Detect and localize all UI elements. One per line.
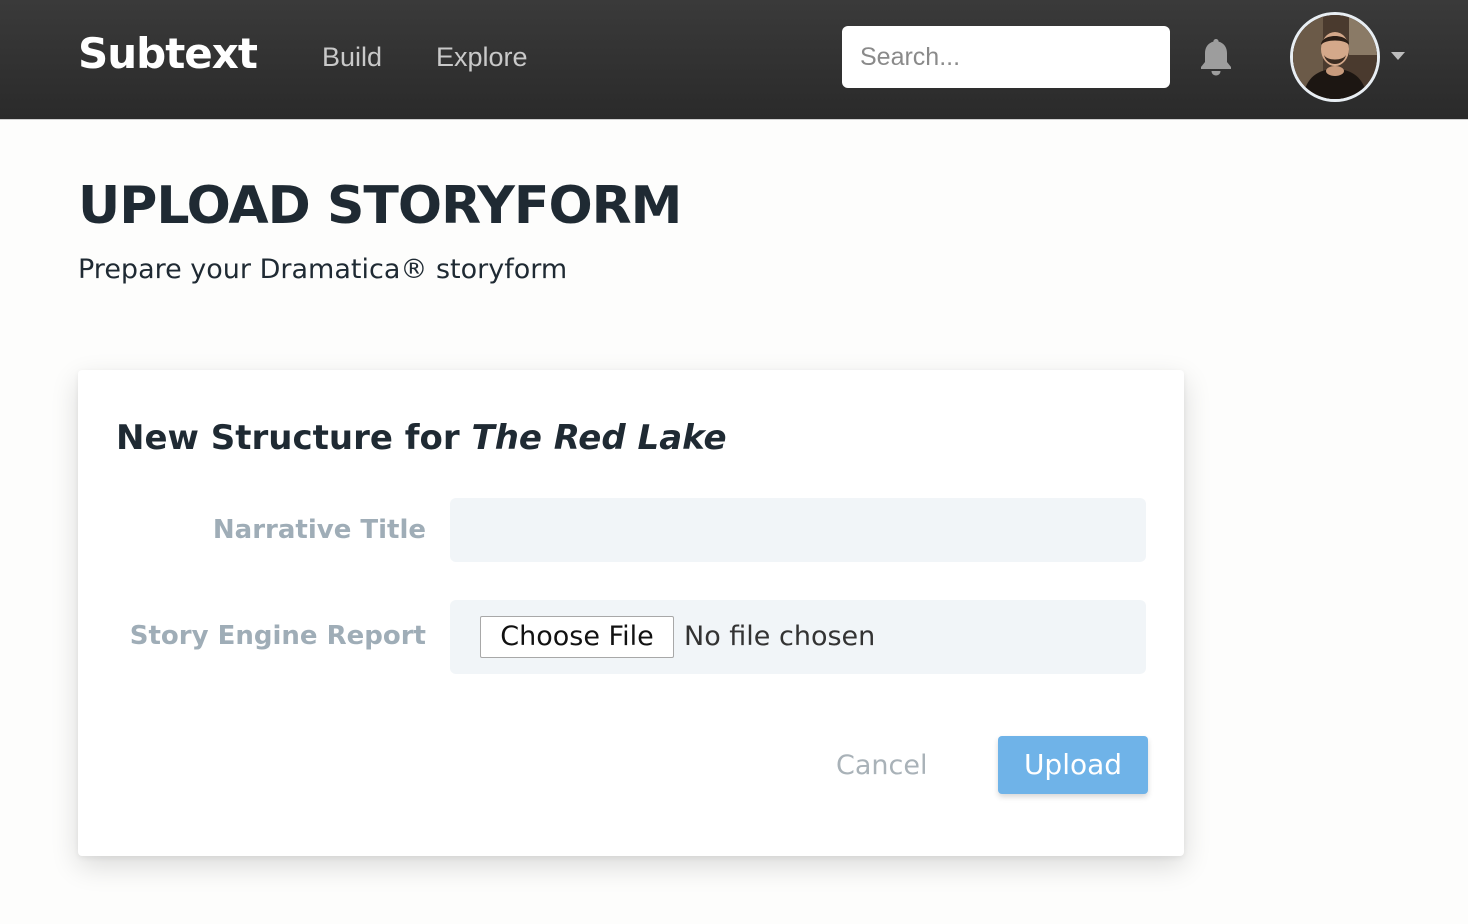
- page-subtitle: Prepare your Dramatica® storyform: [78, 254, 568, 285]
- top-navbar: Subtext Build Explore: [0, 0, 1468, 120]
- page-title: UPLOAD STORYFORM: [78, 176, 682, 236]
- file-input-container: Choose File No file chosen: [450, 600, 1146, 674]
- form-heading: New Structure for The Red Lake: [116, 416, 727, 460]
- cancel-button[interactable]: Cancel: [836, 746, 927, 786]
- choose-file-button[interactable]: Choose File: [480, 616, 674, 658]
- form-heading-prefix: New Structure for: [116, 418, 460, 458]
- file-status-text: No file chosen: [684, 621, 876, 652]
- avatar[interactable]: [1290, 12, 1380, 102]
- nav-link-explore[interactable]: Explore: [436, 40, 528, 74]
- search-input[interactable]: [842, 26, 1170, 88]
- chevron-down-icon[interactable]: [1391, 52, 1405, 60]
- narrative-title-input[interactable]: [450, 498, 1146, 562]
- narrative-title-label: Narrative Title: [212, 515, 426, 545]
- brand-logo[interactable]: Subtext: [78, 28, 258, 80]
- upload-button[interactable]: Upload: [998, 736, 1148, 794]
- nav-link-build[interactable]: Build: [322, 40, 382, 74]
- upload-form-card: New Structure for The Red Lake Narrative…: [78, 370, 1184, 856]
- story-engine-report-label: Story Engine Report: [129, 621, 426, 651]
- story-name: The Red Lake: [471, 418, 727, 458]
- bell-icon[interactable]: [1196, 36, 1236, 78]
